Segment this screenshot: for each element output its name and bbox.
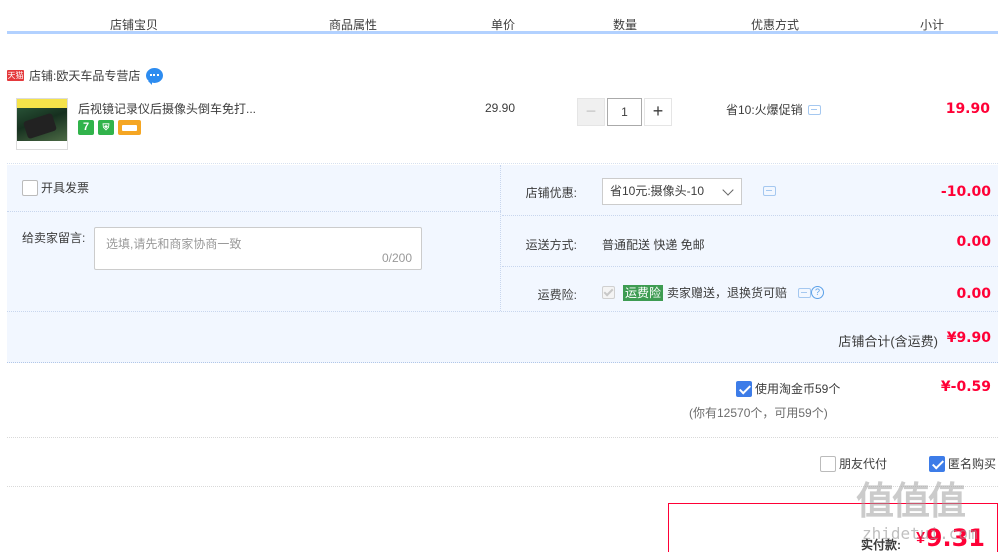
header-col-subtotal: 小计 — [920, 18, 945, 32]
chat-seller-icon[interactable] — [146, 67, 164, 85]
friend-pay-checkbox[interactable]: 朋友代付 — [820, 455, 887, 472]
item-subtotal: 19.90 — [945, 101, 990, 117]
coins-balance-note: (你有12570个，可用59个) — [689, 406, 828, 420]
shipping-insurance-text: 卖家赠送，退换货可赔 — [667, 286, 788, 300]
shield-guarantee-icon[interactable]: ⛨ — [98, 120, 114, 135]
promotion-message-icon[interactable] — [807, 104, 821, 115]
shipping-insurance-content: 运费险 卖家赠送，退换货可赔 ? — [602, 284, 825, 301]
shipping-fee-amount: 0.00 — [956, 234, 991, 250]
shipping-row: 运送方式: 普通配送 快递 免邮 — [502, 216, 998, 267]
unit-price: 29.90 — [485, 101, 516, 115]
header-col-quantity: 数量 — [613, 18, 638, 32]
insurance-fee-amount: 0.00 — [956, 286, 991, 302]
item-promotion: 省10:火爆促销 — [726, 101, 821, 118]
shop-coupon-row: 店铺优惠: 省10元:摄像头-10 — [502, 165, 998, 216]
header-col-attributes: 商品属性 — [329, 18, 378, 32]
payment-options-row: 朋友代付 匿名购买 — [7, 439, 998, 487]
anonymous-checkbox-box[interactable] — [929, 455, 945, 472]
help-question-icon[interactable]: ? — [811, 286, 825, 299]
order-options-left: 开具发票 给卖家留言: 选填,请先和商家协商一致 0/200 — [7, 165, 501, 311]
use-coins-checkbox-box[interactable] — [736, 380, 752, 397]
seven-day-return-icon[interactable]: 7 — [78, 120, 94, 135]
coupon-message-icon[interactable] — [763, 186, 776, 196]
seller-message-counter: 0/200 — [381, 251, 412, 265]
item-title-link[interactable]: 后视镜记录仪后摄像头倒车免打... — [78, 100, 288, 117]
shipping-insurance-label: 运费险: — [537, 288, 577, 302]
friend-pay-checkbox-box[interactable] — [820, 455, 836, 472]
shop-total-row: 店铺合计(含运费) ¥9.90 — [7, 311, 998, 363]
chevron-down-icon — [722, 184, 734, 196]
order-options-panel: 开具发票 给卖家留言: 选填,请先和商家协商一致 0/200 店铺优惠: 省10… — [7, 165, 998, 363]
shop-total-label: 店铺合计(含运费) — [838, 334, 938, 349]
coupon-discount-amount: -10.00 — [940, 184, 991, 200]
use-coins-label: 使用淘金币59个 — [755, 382, 841, 396]
invoice-label: 开具发票 — [41, 181, 90, 195]
quantity-minus-button[interactable]: − — [577, 98, 605, 126]
seller-message-textarea[interactable]: 选填,请先和商家协商一致 0/200 — [94, 227, 422, 270]
shop-row: 天猫 店铺: 欧天车品专营店 — [7, 66, 164, 85]
header-col-price: 单价 — [491, 18, 516, 32]
invoice-checkbox[interactable]: 开具发票 — [22, 179, 89, 196]
header-col-item: 店铺宝贝 — [110, 18, 159, 32]
order-options-right: 店铺优惠: 省10元:摄像头-10 运送方式: 普通配送 快递 免邮 运费险: … — [502, 165, 998, 311]
shop-coupon-label: 店铺优惠: — [525, 186, 577, 200]
credit-card-icon[interactable] — [118, 120, 141, 135]
cart-item-row: 后视镜记录仪后摄像头倒车免打... 7 ⛨ 29.90 − 1 + 省10:火爆… — [7, 90, 998, 164]
shop-name-link[interactable]: 欧天车品专营店 — [56, 67, 140, 84]
shipping-insurance-checkbox — [602, 286, 615, 299]
shop-coupon-value: 省10元:摄像头-10 — [610, 184, 705, 198]
friend-pay-label: 朋友代付 — [839, 457, 888, 471]
invoice-checkbox-box[interactable] — [22, 179, 38, 196]
seller-message-label: 给卖家留言: — [22, 231, 86, 245]
quantity-stepper: − 1 + — [577, 98, 672, 126]
shipping-insurance-row: 运费险: 运费险 卖家赠送，退换货可赔 ? — [502, 267, 998, 313]
shop-label: 店铺: — [29, 68, 57, 83]
shipping-method: 普通配送 快递 免邮 — [602, 238, 705, 252]
quantity-plus-button[interactable]: + — [644, 98, 672, 126]
final-payment-currency: ¥ — [916, 530, 925, 547]
final-payment-value: 9.31 — [925, 524, 985, 552]
cart-header: 店铺宝贝 商品属性 单价 数量 优惠方式 小计 — [7, 12, 998, 37]
shipping-label: 运送方式: — [525, 238, 577, 252]
shop-total-value: ¥9.90 — [946, 330, 991, 346]
anonymous-purchase-checkbox[interactable]: 匿名购买 — [929, 455, 996, 472]
final-payment-box: 实付款: ¥ 9.31 — [668, 503, 998, 552]
item-service-tags: 7 ⛨ — [78, 120, 141, 135]
coins-discount-amount: ¥-0.59 — [940, 379, 991, 395]
taobao-coins-row: 使用淘金币59个 ¥-0.59 (你有12570个，可用59个) — [7, 364, 998, 438]
shop-coupon-select[interactable]: 省10元:摄像头-10 — [602, 178, 742, 205]
insurance-message-icon[interactable] — [798, 287, 812, 298]
item-thumbnail[interactable] — [16, 98, 68, 150]
shipping-insurance-badge: 运费险 — [623, 284, 664, 301]
seller-message-placeholder: 选填,请先和商家协商一致 — [106, 237, 242, 251]
promotion-text: 省10:火爆促销 — [726, 103, 803, 117]
use-coins-checkbox[interactable]: 使用淘金币59个 — [736, 380, 840, 397]
header-col-discount: 优惠方式 — [751, 18, 800, 32]
anonymous-purchase-label: 匿名购买 — [948, 457, 997, 471]
quantity-input[interactable]: 1 — [607, 98, 642, 126]
final-payment-label: 实付款: — [861, 538, 901, 552]
tmall-badge-icon: 天猫 — [7, 69, 24, 81]
